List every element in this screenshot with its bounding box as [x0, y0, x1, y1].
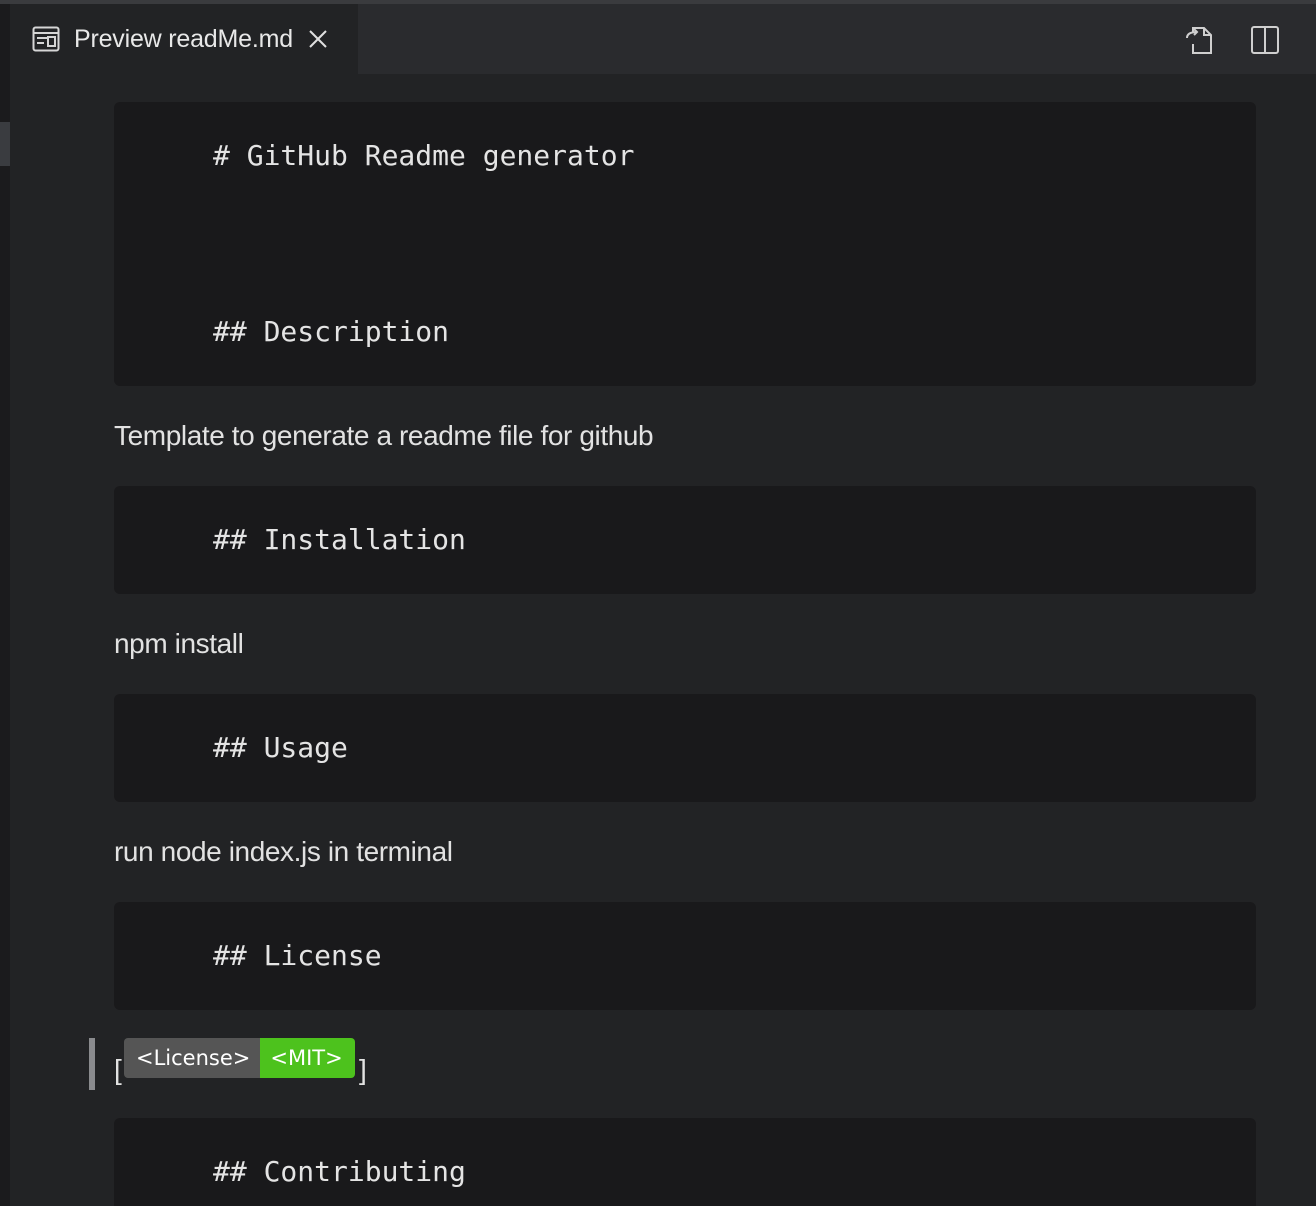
installation-text: npm install: [114, 628, 244, 659]
code-line-description: ## Description: [213, 315, 450, 348]
badge-label: <License>: [124, 1038, 261, 1078]
code-line-installation: ## Installation: [213, 523, 466, 556]
code-block-contributing: ## Contributing: [114, 1118, 1256, 1206]
bracket-open: [: [114, 1054, 122, 1085]
tab-preview-readme[interactable]: Preview readMe.md: [10, 4, 358, 74]
bracket-close: ]: [359, 1054, 367, 1085]
preview-content: # GitHub Readme generator ## Description…: [10, 74, 1316, 1206]
code-block-installation: ## Installation: [114, 486, 1256, 594]
tab-title: Preview readMe.md: [74, 24, 293, 53]
badge-value: <MIT>: [260, 1038, 355, 1078]
code-block-usage: ## Usage: [114, 694, 1256, 802]
code-block-license: ## License: [114, 902, 1256, 1010]
code-line-title: # GitHub Readme generator: [213, 139, 635, 172]
usage-text: run node index.js in terminal: [114, 836, 453, 867]
open-source-icon[interactable]: [1184, 24, 1216, 56]
blockquote-bar: [89, 1038, 95, 1090]
license-badge[interactable]: <License> <MIT>: [124, 1038, 355, 1078]
description-text: Template to generate a readme file for g…: [114, 420, 654, 451]
split-editor-icon[interactable]: [1249, 24, 1281, 56]
close-icon[interactable]: [307, 28, 329, 50]
code-line-usage: ## Usage: [213, 731, 348, 764]
code-line-license: ## License: [213, 939, 382, 972]
left-gutter: [0, 4, 10, 1206]
preview-icon: [32, 26, 60, 52]
code-block-title: # GitHub Readme generator ## Description: [114, 102, 1256, 386]
code-line-contributing: ## Contributing: [213, 1155, 466, 1188]
tab-bar: Preview readMe.md: [10, 4, 1316, 74]
gutter-indicator: [0, 122, 10, 166]
markdown-preview-window: Preview readMe.md # GitHub Readme genera…: [0, 0, 1316, 1206]
